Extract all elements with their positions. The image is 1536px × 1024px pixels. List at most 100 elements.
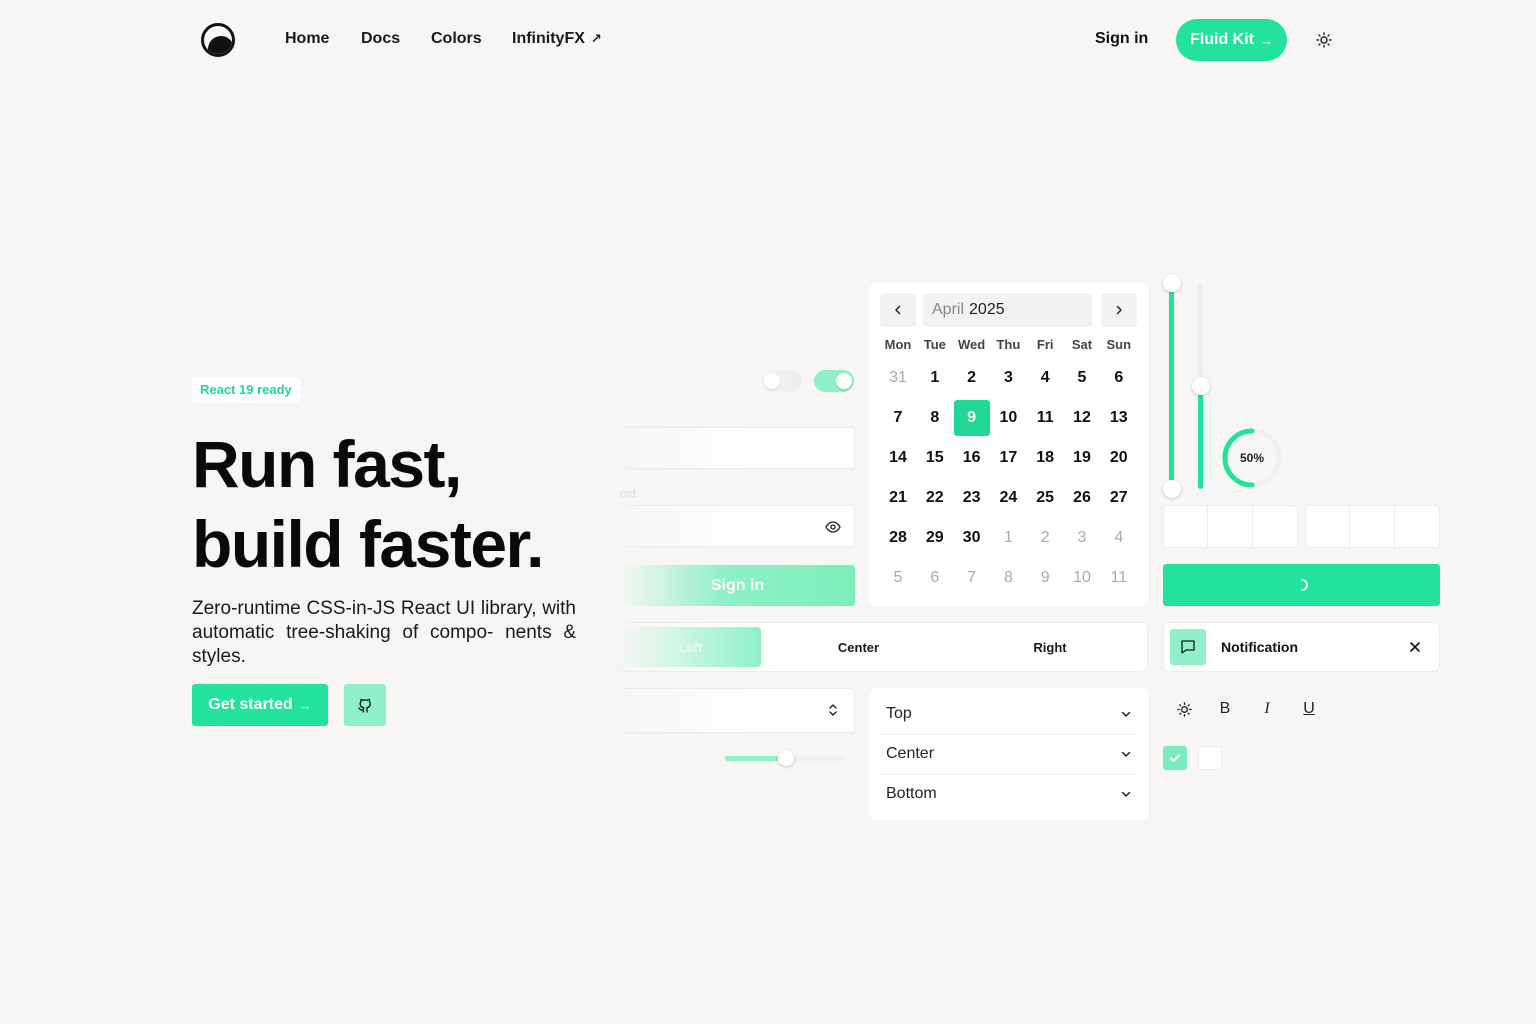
calendar-day[interactable]: 29 (917, 520, 953, 556)
calendar-day[interactable]: 12 (1064, 400, 1100, 436)
calendar-day[interactable]: 9 (1027, 560, 1063, 596)
calendar-day[interactable]: 5 (1064, 360, 1100, 396)
close-notification-button[interactable] (1405, 637, 1425, 657)
toolbar-sun-button[interactable] (1172, 697, 1196, 721)
segment-center[interactable]: Center (781, 627, 936, 667)
underline-button[interactable]: U (1297, 697, 1321, 721)
calendar-day[interactable]: 4 (1101, 520, 1137, 556)
bold-button[interactable]: B (1213, 697, 1237, 721)
calendar-day[interactable]: 7 (954, 560, 990, 596)
vertical-slider-1-thumb[interactable] (1163, 274, 1181, 292)
vertical-slider-1-fill[interactable] (1169, 283, 1174, 489)
nav-docs[interactable]: Docs (361, 30, 400, 48)
italic-button[interactable]: I (1255, 697, 1279, 721)
calendar-day[interactable]: 27 (1101, 480, 1137, 516)
calendar-day[interactable]: 2 (1027, 520, 1063, 556)
weekday-label: Mon (884, 337, 912, 352)
calendar-day[interactable]: 6 (1101, 360, 1137, 396)
calendar-day[interactable]: 28 (880, 520, 916, 556)
notification-text: Notification (1221, 639, 1298, 655)
weekday-label: Sun (1106, 337, 1132, 352)
nav-colors[interactable]: Colors (431, 30, 482, 48)
pin-input-5[interactable] (1350, 505, 1395, 548)
calendar-day[interactable]: 4 (1027, 360, 1063, 396)
pin-input-4[interactable] (1305, 505, 1350, 548)
calendar-day[interactable]: 21 (880, 480, 916, 516)
calendar-day[interactable]: 31 (880, 360, 916, 396)
accordion-label: Bottom (886, 785, 937, 802)
calendar-day[interactable]: 13 (1101, 400, 1137, 436)
fluid-kit-button[interactable]: Fluid Kit → (1176, 19, 1287, 61)
calendar-day[interactable]: 9 (953, 400, 990, 436)
calendar-day[interactable]: 2 (954, 360, 990, 396)
nav-infinityfx[interactable]: InfinityFX ↗ (512, 30, 602, 48)
calendar-day[interactable]: 19 (1064, 440, 1100, 476)
calendar-day[interactable]: 25 (1027, 480, 1063, 516)
get-started-button[interactable]: Get started → (192, 684, 328, 726)
vertical-slider-2-thumb[interactable] (1192, 377, 1210, 395)
accordion-item-top[interactable]: Top (880, 694, 1138, 734)
password-field[interactable] (620, 505, 855, 547)
accordion-item-center[interactable]: Center (880, 734, 1138, 774)
calendar-day[interactable]: 22 (917, 480, 953, 516)
calendar-day[interactable]: 15 (917, 440, 953, 476)
nav-home[interactable]: Home (285, 30, 329, 48)
sign-in-button[interactable]: Sign in (620, 565, 855, 606)
calendar-day[interactable]: 17 (990, 440, 1026, 476)
calendar-day[interactable]: 26 (1064, 480, 1100, 516)
calendar-year: 2025 (969, 301, 1005, 318)
calendar-day[interactable]: 10 (990, 400, 1026, 436)
calendar-day[interactable]: 8 (990, 560, 1026, 596)
calendar-day[interactable]: 20 (1101, 440, 1137, 476)
segment-right[interactable]: Right (955, 627, 1145, 667)
calendar-day[interactable]: 3 (990, 360, 1026, 396)
calendar-day[interactable]: 1 (917, 360, 953, 396)
arrow-right-icon: → (298, 697, 312, 713)
calendar-day[interactable]: 14 (880, 440, 916, 476)
calendar-day[interactable]: 8 (917, 400, 953, 436)
accordion-item-bottom[interactable]: Bottom (880, 774, 1138, 814)
calendar-day[interactable]: 6 (917, 560, 953, 596)
calendar-day[interactable]: 30 (954, 520, 990, 556)
sign-in-link[interactable]: Sign in (1095, 30, 1148, 48)
pin-input-3[interactable] (1253, 505, 1298, 548)
calendar-day[interactable]: 3 (1064, 520, 1100, 556)
checkbox-unchecked[interactable] (1198, 746, 1222, 770)
calendar-day[interactable]: 1 (990, 520, 1026, 556)
headline-line-2: build faster. (192, 507, 544, 581)
month-year-selector[interactable]: April 2025 (923, 293, 1092, 327)
show-password-button[interactable] (825, 519, 841, 540)
vertical-slider-1-thumb-bottom[interactable] (1163, 480, 1181, 498)
github-button[interactable] (344, 684, 386, 726)
calendar-day[interactable]: 23 (954, 480, 990, 516)
email-field[interactable] (620, 427, 855, 469)
chevron-left-icon (895, 305, 901, 315)
segment-left[interactable]: Left (620, 627, 761, 667)
headline-line-1: Run fast, (192, 427, 462, 501)
prev-month-button[interactable] (880, 293, 916, 327)
theme-toggle-button[interactable] (1313, 29, 1335, 51)
weekday-label: Tue (923, 337, 946, 352)
accordion-label: Top (886, 705, 912, 722)
select-field[interactable] (620, 688, 855, 733)
loading-button[interactable] (1163, 564, 1440, 606)
calendar-day[interactable]: 11 (1027, 400, 1063, 436)
calendar-day[interactable]: 18 (1027, 440, 1063, 476)
get-started-label: Get started (208, 696, 293, 713)
calendar-day[interactable]: 5 (880, 560, 916, 596)
calendar-day[interactable]: 10 (1064, 560, 1100, 596)
calendar-day[interactable]: 11 (1101, 560, 1137, 596)
sun-icon (1316, 32, 1332, 48)
calendar-day[interactable]: 7 (880, 400, 916, 436)
logo[interactable] (201, 23, 235, 57)
calendar-day[interactable]: 16 (954, 440, 990, 476)
toggle-off[interactable] (762, 370, 802, 392)
pin-input-6[interactable] (1395, 505, 1440, 548)
next-month-button[interactable] (1101, 293, 1137, 327)
slider-thumb[interactable] (778, 750, 794, 766)
toggle-on[interactable] (814, 370, 854, 392)
checkbox-checked[interactable] (1163, 746, 1187, 770)
pin-input-1[interactable] (1163, 505, 1208, 548)
pin-input-2[interactable] (1208, 505, 1253, 548)
calendar-day[interactable]: 24 (990, 480, 1026, 516)
